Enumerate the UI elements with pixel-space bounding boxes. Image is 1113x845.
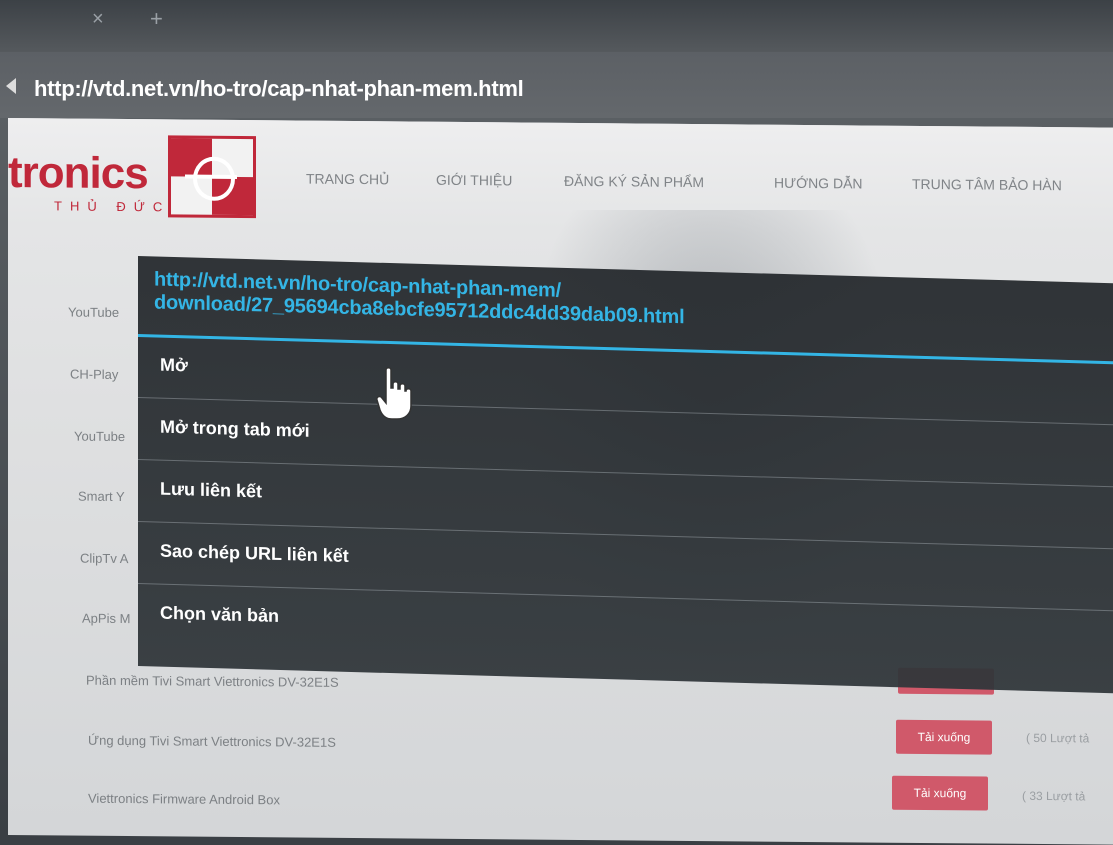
list-item-label[interactable]: ClipTv A	[80, 551, 128, 566]
nav-item-register[interactable]: ĐĂNG KÝ SẢN PHẨM	[564, 173, 704, 190]
list-item-label[interactable]: YouTube	[68, 305, 119, 320]
address-bar-url[interactable]: http://vtd.net.vn/ho-tro/cap-nhat-phan-m…	[34, 76, 524, 102]
context-menu-link-url: http://vtd.net.vn/ho-tro/cap-nhat-phan-m…	[154, 268, 684, 329]
menu-item-label: Mở	[160, 354, 188, 376]
list-item-label[interactable]: CH-Play	[70, 367, 118, 382]
logo-text[interactable]: tronics	[8, 148, 148, 199]
list-item-label[interactable]: YouTube	[74, 429, 125, 444]
nav-item-guide[interactable]: HƯỚNG DẪN	[774, 175, 863, 192]
new-tab-icon[interactable]: +	[150, 6, 163, 32]
menu-item-label: Mở trong tab mới	[160, 416, 310, 441]
logo-emblem[interactable]	[168, 135, 256, 219]
nav-item-home[interactable]: TRANG CHỦ	[306, 171, 389, 188]
nav-item-warranty[interactable]: TRUNG TÂM BẢO HÀN	[912, 176, 1062, 193]
close-tab-icon[interactable]: ×	[92, 8, 104, 31]
list-item-label[interactable]: Phần mềm Tivi Smart Viettronics DV-32E1S	[86, 673, 339, 690]
nav-item-about[interactable]: GIỚI THIỆU	[436, 172, 512, 189]
list-item-label[interactable]: ApPis M	[82, 611, 130, 626]
download-button[interactable]: Tải xuống	[892, 775, 988, 811]
link-context-menu: http://vtd.net.vn/ho-tro/cap-nhat-phan-m…	[138, 256, 1113, 694]
tab-strip: × +	[0, 0, 1113, 52]
download-count: ( 50 Lượt tả	[1026, 730, 1090, 746]
menu-item-label: Lưu liên kết	[160, 478, 263, 502]
back-arrow-icon[interactable]	[6, 78, 16, 94]
logo-subtitle: THỦ ĐỨC	[54, 198, 171, 215]
list-item-label[interactable]: Viettronics Firmware Android Box	[88, 791, 280, 808]
hand-pointer-icon	[376, 367, 412, 420]
menu-item-label: Chọn văn bản	[160, 602, 280, 626]
menu-item-label: Sao chép URL liên kết	[160, 540, 349, 566]
download-count: ( 33 Lượt tả	[1022, 788, 1086, 804]
list-item-label[interactable]: Ứng dụng Tivi Smart Viettronics DV-32E1S	[88, 733, 336, 750]
download-button[interactable]: Tải xuống	[896, 719, 992, 755]
list-item-label[interactable]: Smart Y	[78, 489, 125, 504]
